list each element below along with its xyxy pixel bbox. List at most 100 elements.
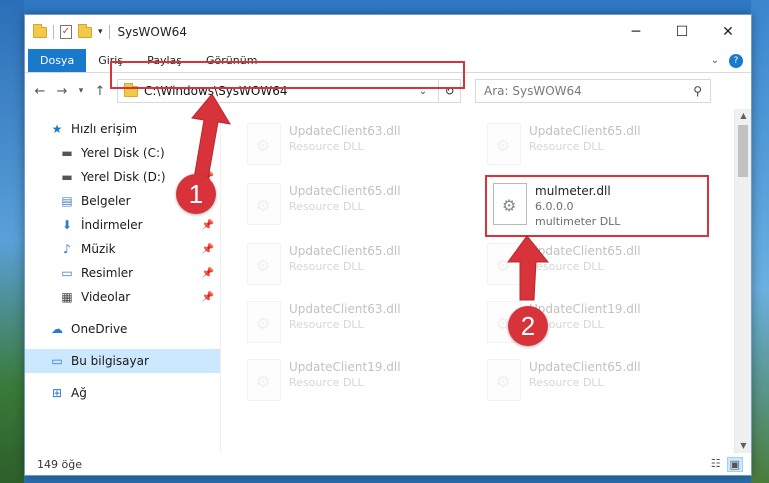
- file-name: UpdateClient65.dll: [529, 124, 641, 138]
- tab-giris[interactable]: Giriş: [86, 49, 135, 72]
- dll-file-icon: ⚙: [493, 183, 527, 225]
- documents-icon: ▤: [61, 194, 73, 208]
- list-item-mulmeter[interactable]: ⚙ mulmeter.dll 6.0.0.0 multimeter DLL: [485, 175, 709, 237]
- scrollbar-thumb[interactable]: [738, 125, 748, 177]
- file-name: UpdateClient65.dll: [289, 244, 401, 258]
- tab-paylas[interactable]: Paylaş: [135, 49, 194, 72]
- dll-file-icon: ⚙: [247, 301, 281, 343]
- tab-dosya[interactable]: Dosya: [28, 49, 87, 72]
- step-badge-1: 1: [176, 174, 216, 214]
- sidebar-item-label: İndirmeler: [81, 218, 143, 232]
- list-item[interactable]: ⚙ UpdateClient65.dll Resource DLL: [487, 243, 717, 293]
- dll-file-icon: ⚙: [247, 123, 281, 165]
- desktop-background-right: [751, 0, 769, 483]
- close-button[interactable]: ✕: [705, 15, 751, 49]
- list-item[interactable]: ⚙ UpdateClient65.dll Resource DLL: [247, 183, 477, 233]
- drive-icon: ▬: [61, 170, 73, 184]
- sidebar-item-label: Müzik: [81, 242, 116, 256]
- item-count: 149 öğe: [37, 457, 82, 471]
- expand-ribbon-icon[interactable]: ⌄: [711, 55, 719, 66]
- file-description: Resource DLL: [289, 376, 364, 389]
- address-dropdown-icon[interactable]: ⌄: [414, 86, 432, 97]
- videos-icon: ▦: [61, 290, 73, 304]
- vertical-scrollbar[interactable]: ▲ ▼: [734, 109, 751, 453]
- folder-icon: [33, 23, 47, 38]
- computer-icon: ▭: [51, 354, 63, 368]
- status-bar: 149 öğe ☷ ▣: [25, 453, 751, 475]
- large-icons-view-icon[interactable]: ▣: [726, 456, 743, 472]
- download-icon: ⬇: [61, 218, 73, 232]
- sidebar-item-disk-c[interactable]: ▬ Yerel Disk (C:) 📌: [25, 141, 220, 165]
- file-name: UpdateClient65.dll: [529, 244, 641, 258]
- address-text[interactable]: C:\Windows\SysWOW64: [144, 84, 408, 98]
- search-icon[interactable]: ⚲: [693, 84, 702, 98]
- list-item[interactable]: ⚙ UpdateClient65.dll Resource DLL: [247, 243, 477, 293]
- music-icon: ♪: [63, 242, 71, 256]
- list-item[interactable]: ⚙ UpdateClient65.dll Resource DLL: [487, 359, 717, 409]
- maximize-button[interactable]: ☐: [659, 15, 705, 49]
- back-button[interactable]: ←: [31, 81, 49, 101]
- explorer-window: ✓ ▾ SysWOW64 ─ ☐ ✕ Dosya Giriş Paylaş Gö…: [24, 14, 752, 476]
- list-item[interactable]: ⚙ UpdateClient65.dll Resource DLL: [487, 123, 717, 173]
- search-input[interactable]: Ara: SysWOW64: [484, 84, 582, 98]
- file-description: Resource DLL: [529, 140, 604, 153]
- refresh-button[interactable]: ↻: [438, 80, 460, 102]
- sidebar-item-label: Ağ: [71, 386, 87, 400]
- pin-icon[interactable]: 📌: [202, 220, 214, 231]
- pin-icon[interactable]: 📌: [202, 292, 214, 303]
- cloud-icon: ☁: [51, 322, 63, 336]
- list-item[interactable]: ⚙ UpdateClient63.dll Resource DLL: [247, 123, 477, 173]
- sidebar-item-pictures[interactable]: ▭ Resimler 📌: [25, 261, 220, 285]
- file-name: UpdateClient63.dll: [289, 302, 401, 316]
- pin-icon[interactable]: 📌: [202, 244, 214, 255]
- scroll-up-icon[interactable]: ▲: [735, 109, 751, 123]
- network-icon: ⊞: [51, 386, 63, 400]
- sidebar-item-this-pc[interactable]: ▭ Bu bilgisayar: [25, 349, 220, 373]
- sidebar-item-label: Hızlı erişim: [71, 122, 138, 136]
- sidebar-item-label: Videolar: [81, 290, 131, 304]
- file-version: 6.0.0.0: [535, 200, 574, 213]
- sidebar-item-onedrive[interactable]: ☁ OneDrive: [25, 317, 220, 341]
- customize-qat-icon[interactable]: ▾: [98, 27, 103, 37]
- file-description: multimeter DLL: [535, 215, 621, 228]
- file-name: UpdateClient19.dll: [289, 360, 401, 374]
- dll-file-icon: ⚙: [487, 123, 521, 165]
- new-folder-icon[interactable]: [78, 23, 92, 38]
- tab-gorunum[interactable]: Görünüm: [194, 49, 269, 72]
- recent-locations-button[interactable]: ▾: [75, 81, 87, 101]
- ribbon-tabs: Dosya Giriş Paylaş Görünüm ⌄ ?: [25, 49, 751, 73]
- sidebar-item-downloads[interactable]: ⬇ İndirmeler 📌: [25, 213, 220, 237]
- sidebar-item-quick-access[interactable]: ★ Hızlı erişim: [25, 117, 220, 141]
- step-badge-2: 2: [508, 306, 548, 346]
- file-description: Resource DLL: [529, 376, 604, 389]
- search-box[interactable]: Ara: SysWOW64 ⚲: [475, 79, 711, 103]
- dll-file-icon: ⚙: [247, 359, 281, 401]
- file-description: Resource DLL: [289, 318, 364, 331]
- sidebar-item-label: Resimler: [81, 266, 134, 280]
- desktop-background: [0, 0, 24, 483]
- file-description: Resource DLL: [289, 200, 364, 213]
- sidebar-item-music[interactable]: ♪ Müzik 📌: [25, 237, 220, 261]
- up-button[interactable]: ↑: [91, 81, 109, 101]
- title-bar: ✓ ▾ SysWOW64 ─ ☐ ✕: [25, 15, 751, 49]
- properties-icon[interactable]: ✓: [60, 25, 72, 39]
- list-item[interactable]: ⚙ UpdateClient19.dll Resource DLL: [247, 359, 477, 409]
- file-name: UpdateClient19.dll: [529, 302, 641, 316]
- sidebar-item-videos[interactable]: ▦ Videolar 📌: [25, 285, 220, 309]
- sidebar-item-label: Yerel Disk (D:): [81, 170, 166, 184]
- sidebar-item-network[interactable]: ⊞ Ağ: [25, 381, 220, 405]
- dll-file-icon: ⚙: [247, 183, 281, 225]
- address-bar[interactable]: C:\Windows\SysWOW64 ⌄ ↻: [117, 79, 461, 103]
- file-name: UpdateClient65.dll: [529, 360, 641, 374]
- help-icon[interactable]: ?: [729, 53, 743, 68]
- minimize-button[interactable]: ─: [613, 15, 659, 49]
- dll-file-icon: ⚙: [487, 243, 521, 285]
- list-item[interactable]: ⚙ UpdateClient63.dll Resource DLL: [247, 301, 477, 351]
- details-view-icon[interactable]: ☷: [711, 457, 721, 472]
- file-description: Resource DLL: [289, 260, 364, 273]
- pin-icon[interactable]: 📌: [202, 148, 214, 159]
- scroll-down-icon[interactable]: ▼: [735, 439, 751, 453]
- file-name: UpdateClient65.dll: [289, 184, 401, 198]
- forward-button[interactable]: →: [53, 81, 71, 101]
- pin-icon[interactable]: 📌: [202, 268, 214, 279]
